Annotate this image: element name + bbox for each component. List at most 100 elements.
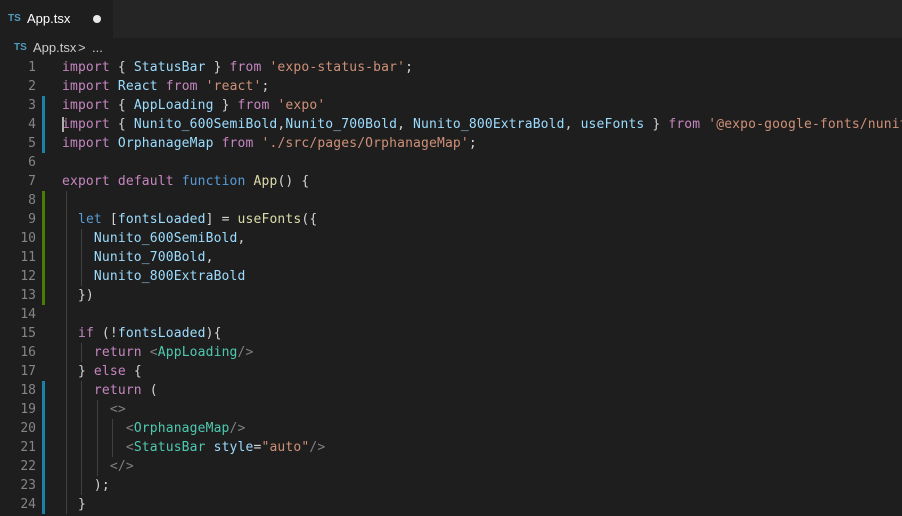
code-line[interactable]: 16 return <AppLoading/> bbox=[0, 343, 902, 362]
line-number: 16 bbox=[20, 345, 36, 360]
code-line[interactable]: 5 import OrphanageMap from './src/pages/O… bbox=[0, 134, 902, 153]
code-line[interactable]: 21 <StatusBar style="auto"/> bbox=[0, 438, 902, 457]
code-line[interactable]: 3 import { AppLoading } from 'expo' bbox=[0, 96, 902, 115]
code-line[interactable]: 2 import React from 'react'; bbox=[0, 77, 902, 96]
line-number: 23 bbox=[20, 478, 36, 493]
line-number: 3 bbox=[28, 98, 36, 113]
line-number: 24 bbox=[20, 497, 36, 512]
code-line[interactable]: 14 bbox=[0, 305, 902, 324]
gutter-added-marker[interactable] bbox=[42, 286, 45, 305]
indent-guide bbox=[81, 343, 82, 362]
code-text: Nunito_600SemiBold, bbox=[93, 231, 246, 246]
code-line[interactable]: 19 <> bbox=[0, 400, 902, 419]
code-line[interactable]: 9 let [fontsLoaded] = useFonts({ bbox=[0, 210, 902, 229]
gutter-modified-marker[interactable] bbox=[42, 381, 45, 400]
code-line[interactable]: 12 Nunito_800ExtraBold bbox=[0, 267, 902, 286]
code-line[interactable]: 18 return ( bbox=[0, 381, 902, 400]
indent-guide bbox=[112, 419, 113, 457]
line-number: 6 bbox=[28, 155, 36, 170]
line-number: 4 bbox=[28, 117, 36, 132]
line-number: 22 bbox=[20, 459, 36, 474]
line-number: 10 bbox=[20, 231, 36, 246]
code-text: import OrphanageMap from './src/pages/Or… bbox=[62, 136, 477, 151]
code-text: <OrphanageMap/> bbox=[125, 421, 246, 436]
code-line[interactable]: 8 bbox=[0, 191, 902, 210]
code-line[interactable]: 23 ); bbox=[0, 476, 902, 495]
gutter-modified-marker[interactable] bbox=[42, 134, 45, 153]
chevron-right-icon: > bbox=[78, 40, 86, 55]
editor-tab-bar: TS App.tsx bbox=[0, 0, 902, 38]
line-number: 2 bbox=[28, 79, 36, 94]
line-number: 11 bbox=[20, 250, 36, 265]
code-text: } else { bbox=[62, 364, 142, 379]
code-text: <StatusBar style="auto"/> bbox=[125, 440, 326, 455]
indent-guide bbox=[81, 229, 82, 286]
line-number: 7 bbox=[28, 174, 36, 189]
gutter-added-marker[interactable] bbox=[42, 248, 45, 267]
code-text: Nunito_800ExtraBold bbox=[93, 269, 246, 284]
code-line[interactable]: 24 } bbox=[0, 495, 902, 514]
gutter-added-marker[interactable] bbox=[42, 210, 45, 229]
tab-label: App.tsx bbox=[27, 11, 71, 26]
unsaved-dot-icon[interactable] bbox=[93, 15, 101, 23]
code-line[interactable]: 11 Nunito_700Bold, bbox=[0, 248, 902, 267]
line-number: 18 bbox=[20, 383, 36, 398]
typescript-icon: TS bbox=[8, 13, 21, 24]
line-number: 21 bbox=[20, 440, 36, 455]
indent-guide bbox=[97, 400, 98, 476]
gutter-added-marker[interactable] bbox=[42, 229, 45, 248]
code-line[interactable]: 17 } else { bbox=[0, 362, 902, 381]
gutter-modified-marker[interactable] bbox=[42, 419, 45, 438]
gutter-modified-marker[interactable] bbox=[42, 400, 45, 419]
breadcrumb-file[interactable]: App.tsx bbox=[33, 38, 76, 58]
line-number: 1 bbox=[28, 60, 36, 75]
code-text: import { AppLoading } from 'expo' bbox=[62, 98, 326, 113]
gutter-added-marker[interactable] bbox=[42, 267, 45, 286]
line-number: 9 bbox=[28, 212, 36, 227]
indent-guide bbox=[81, 381, 82, 495]
code-line[interactable]: 7 export default function App() { bbox=[0, 172, 902, 191]
line-number: 20 bbox=[20, 421, 36, 436]
text-cursor bbox=[62, 117, 64, 132]
line-number: 12 bbox=[20, 269, 36, 284]
code-text: import { StatusBar } from 'expo-status-b… bbox=[62, 60, 414, 75]
code-editor[interactable]: 1 import { StatusBar } from 'expo-status-… bbox=[0, 58, 902, 516]
gutter-added-marker[interactable] bbox=[42, 191, 45, 210]
code-line[interactable]: 10 Nunito_600SemiBold, bbox=[0, 229, 902, 248]
code-line[interactable]: 22 </> bbox=[0, 457, 902, 476]
gutter-modified-marker[interactable] bbox=[42, 495, 45, 514]
code-text: return ( bbox=[93, 383, 158, 398]
gutter-modified-marker[interactable] bbox=[42, 115, 45, 134]
code-text: let [fontsLoaded] = useFonts({ bbox=[77, 212, 318, 227]
code-line[interactable]: 15 if (!fontsLoaded){ bbox=[0, 324, 902, 343]
tab-app-tsx[interactable]: TS App.tsx bbox=[0, 0, 113, 38]
code-text: import { Nunito_600SemiBold,Nunito_700Bo… bbox=[62, 117, 902, 132]
typescript-icon: TS bbox=[14, 42, 27, 53]
code-text: ); bbox=[62, 478, 110, 493]
line-number: 17 bbox=[20, 364, 36, 379]
line-number: 15 bbox=[20, 326, 36, 341]
breadcrumb: TS App.tsx > ... bbox=[0, 38, 902, 58]
line-number: 14 bbox=[20, 307, 36, 322]
code-line[interactable]: 1 import { StatusBar } from 'expo-status-… bbox=[0, 58, 902, 77]
code-text: export default function App() { bbox=[62, 174, 310, 189]
gutter-modified-marker[interactable] bbox=[42, 476, 45, 495]
code-line[interactable]: 13 }) bbox=[0, 286, 902, 305]
code-text: Nunito_700Bold, bbox=[93, 250, 214, 265]
line-number: 8 bbox=[28, 193, 36, 208]
gutter-modified-marker[interactable] bbox=[42, 96, 45, 115]
code-line[interactable]: 20 <OrphanageMap/> bbox=[0, 419, 902, 438]
gutter-modified-marker[interactable] bbox=[42, 457, 45, 476]
gutter-modified-marker[interactable] bbox=[42, 438, 45, 457]
code-text: <> bbox=[109, 402, 126, 417]
line-number: 13 bbox=[20, 288, 36, 303]
code-text: if (!fontsLoaded){ bbox=[77, 326, 222, 341]
line-number: 5 bbox=[28, 136, 36, 151]
code-text: import React from 'react'; bbox=[62, 79, 270, 94]
code-line[interactable]: 4 import { Nunito_600SemiBold,Nunito_700B… bbox=[0, 115, 902, 134]
line-number: 19 bbox=[20, 402, 36, 417]
code-line[interactable]: 6 bbox=[0, 153, 902, 172]
code-text: return <AppLoading/> bbox=[93, 345, 254, 360]
indent-guide bbox=[66, 191, 67, 514]
breadcrumb-more[interactable]: ... bbox=[92, 38, 103, 58]
